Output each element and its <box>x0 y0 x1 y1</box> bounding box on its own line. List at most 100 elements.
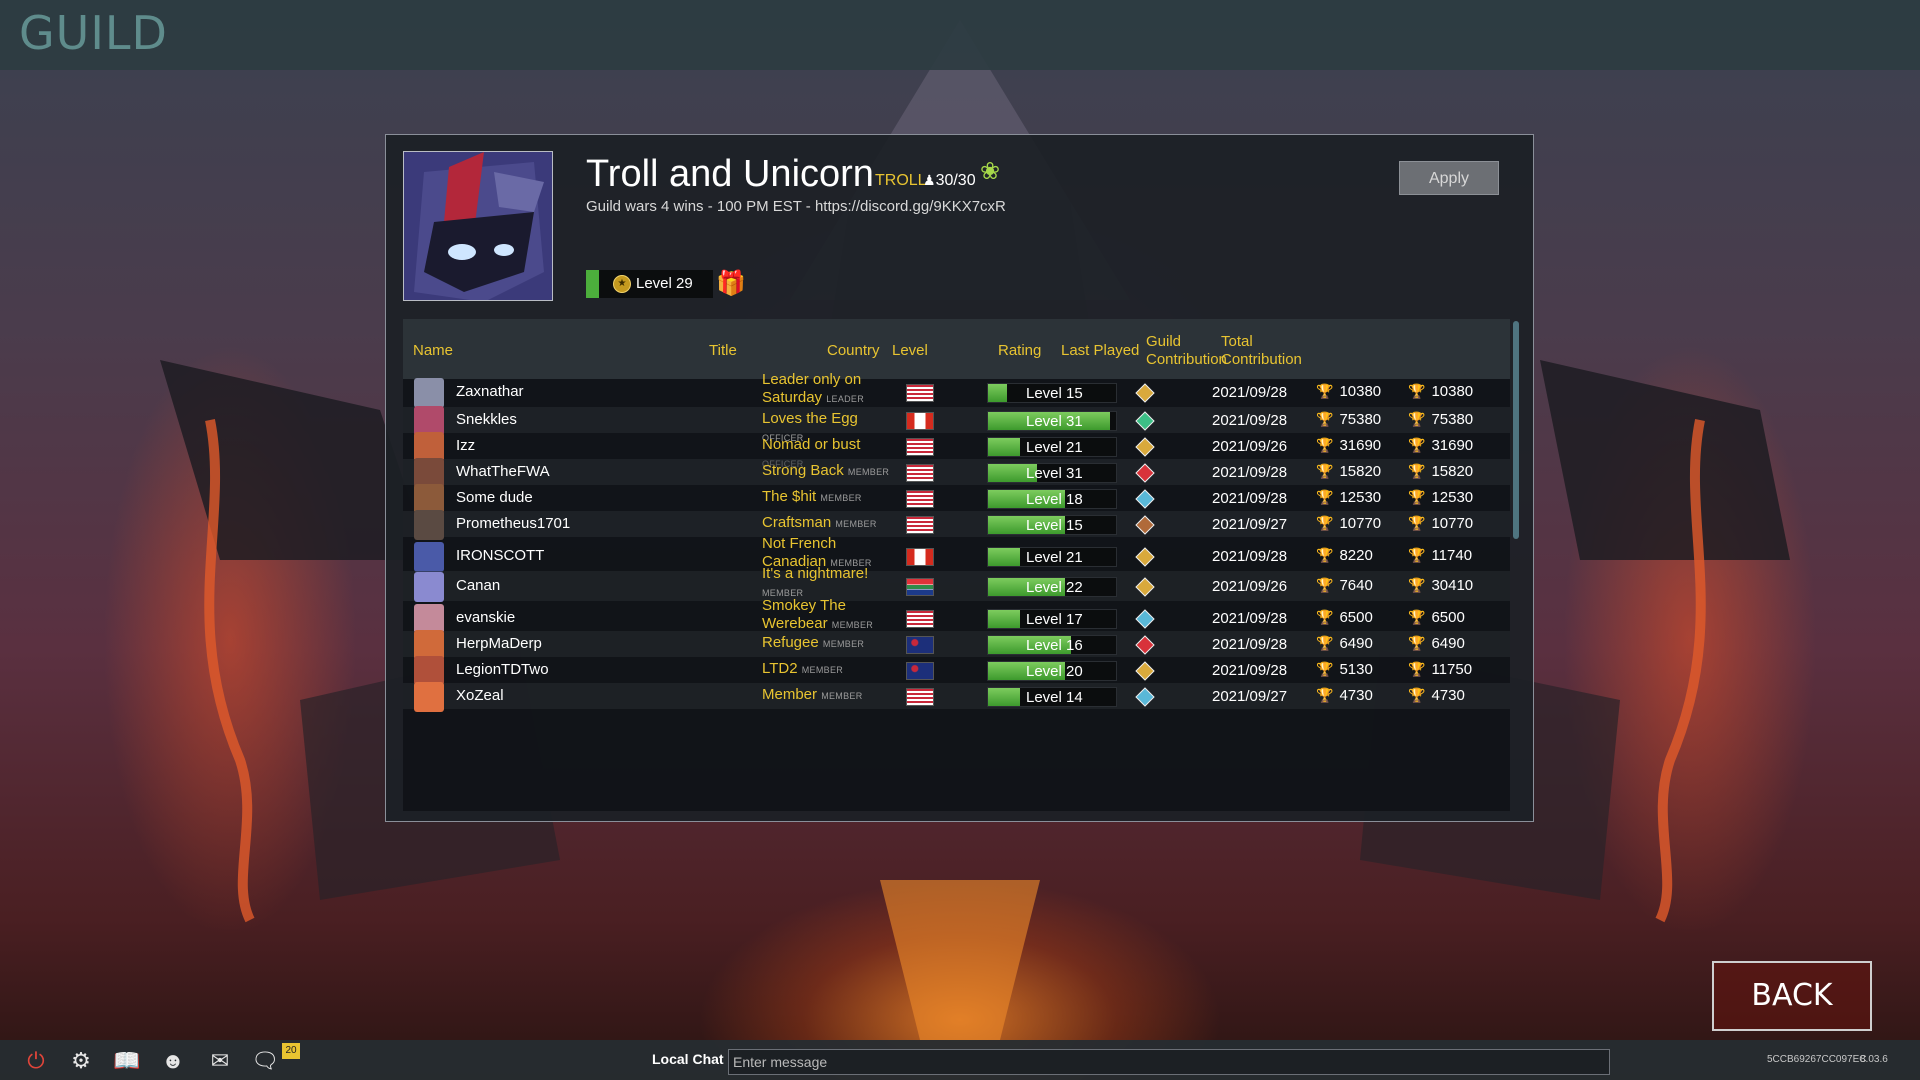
table-row[interactable]: HerpMaDerp Refugee MEMBER Level 16 2021/09/… <box>403 630 1510 660</box>
rating-gold-III-icon <box>1135 661 1155 681</box>
table-row[interactable]: Canan It's a nightmare! MEMBER Level 22 202… <box>403 565 1510 602</box>
member-rank: MEMBER <box>847 467 890 477</box>
local-chat-label: Local Chat <box>652 1051 724 1067</box>
header-rating[interactable]: Rating <box>998 342 1041 360</box>
member-total-contribution: 🏆 15820 <box>1408 463 1473 480</box>
table-row[interactable]: WhatTheFWA Strong Back MEMBER Level 31 2021… <box>403 458 1510 488</box>
member-level-bar: Level 22 <box>987 577 1117 597</box>
guild-name: Troll and Unicorn <box>586 153 874 195</box>
country-flag-us <box>906 490 934 508</box>
member-avatar <box>414 378 444 408</box>
member-name[interactable]: Zaxnathar <box>456 383 524 400</box>
member-name[interactable]: LegionTDTwo <box>456 661 549 678</box>
header-total-contribution[interactable]: Total Contribution <box>1221 333 1302 369</box>
member-guild-contribution: 🏆 12530 <box>1316 489 1381 506</box>
member-last-played: 2021/09/28 <box>1212 464 1288 481</box>
member-avatar <box>414 682 444 712</box>
member-title-text: The $hit <box>762 488 817 505</box>
table-scrollbar[interactable] <box>1513 321 1519 539</box>
header-guild-contribution[interactable]: Guild Contribution <box>1146 333 1227 369</box>
book-icon[interactable]: 📖 <box>113 1048 141 1074</box>
member-level-label: Level 21 <box>1026 549 1083 566</box>
power-icon[interactable]: ⏻ <box>22 1048 50 1074</box>
guild-contribution-value: 12530 <box>1339 489 1382 506</box>
header-level[interactable]: Level <box>892 342 928 360</box>
table-row[interactable]: XoZeal Member MEMBER Level 14 2021/09/27 🏆 47… <box>403 682 1510 712</box>
member-last-played: 2021/09/26 <box>1212 578 1288 595</box>
member-name[interactable]: Izz <box>456 437 475 454</box>
chat-input[interactable] <box>728 1049 1610 1075</box>
trophy-icon: 🏆 <box>1316 411 1334 427</box>
member-total-contribution: 🏆 30410 <box>1408 577 1473 594</box>
total-contribution-value: 10380 <box>1431 383 1474 400</box>
header-country[interactable]: Country <box>827 342 880 360</box>
table-row[interactable]: IRONSCOTT Not French Canadian MEMBER Level… <box>403 535 1510 572</box>
guild-contribution-value: 4730 <box>1339 687 1373 704</box>
guild-level-fill <box>586 270 599 298</box>
member-avatar <box>414 542 444 572</box>
trophy-icon: 🏆 <box>1316 635 1334 651</box>
table-row[interactable]: evanskie Smokey The Werebear MEMBER Level … <box>403 597 1510 634</box>
member-name[interactable]: Canan <box>456 577 500 594</box>
member-name[interactable]: Some dude <box>456 489 533 506</box>
guild-emblem-icon <box>404 152 552 300</box>
member-name[interactable]: IRONSCOTT <box>456 547 544 564</box>
guild-tag: TROLL <box>875 172 927 189</box>
member-guild-contribution: 🏆 7640 <box>1316 577 1373 594</box>
sprout-icon: ❀ <box>980 158 1001 185</box>
total-contribution-value: 31690 <box>1431 437 1474 454</box>
level-badge-icon: ★ <box>613 275 631 293</box>
country-flag-us <box>906 438 934 456</box>
member-title-text: Strong Back <box>762 462 844 479</box>
member-title-text: LTD2 <box>762 660 798 677</box>
apply-button[interactable]: Apply <box>1399 161 1499 195</box>
rating-gold-I-icon <box>1135 437 1155 457</box>
country-flag-au <box>906 636 934 654</box>
member-rank: MEMBER <box>821 691 863 701</box>
member-name[interactable]: WhatTheFWA <box>456 463 550 480</box>
member-rank: MEMBER <box>801 665 844 675</box>
total-contribution-value: 6500 <box>1431 609 1465 626</box>
member-avatar <box>414 572 444 602</box>
member-title: LTD2 MEMBER <box>762 660 902 679</box>
guild-contribution-value: 7640 <box>1339 577 1373 594</box>
guild-description: Guild wars 4 wins - 100 PM EST - https:/… <box>586 198 1006 215</box>
member-last-played: 2021/09/28 <box>1212 662 1288 679</box>
back-button[interactable]: BACK <box>1712 961 1872 1031</box>
member-name[interactable]: evanskie <box>456 609 515 626</box>
header-name[interactable]: Name <box>413 342 453 360</box>
table-row[interactable]: Some dude The $hit MEMBER Level 18 2021/09/… <box>403 484 1510 514</box>
member-name[interactable]: Snekkles <box>456 411 517 428</box>
trophy-icon: 🏆 <box>1408 635 1426 651</box>
member-level-label: Level 17 <box>1026 611 1083 628</box>
table-row[interactable]: Snekkles Loves the Egg OFFICER Level 31 202… <box>403 406 1510 443</box>
guild-contribution-value: 10770 <box>1339 515 1382 532</box>
member-name[interactable]: Prometheus1701 <box>456 515 570 532</box>
table-row[interactable]: Zaxnathar Leader only on Saturday LEADER L… <box>403 371 1510 408</box>
table-row[interactable]: Prometheus1701 Craftsman MEMBER Level 15 20… <box>403 510 1510 540</box>
member-rank: MEMBER <box>822 639 865 649</box>
table-row[interactable]: IzzNomad or bust OFFICERLevel 212021/09/… <box>403 432 1510 469</box>
member-name[interactable]: HerpMaDerp <box>456 635 542 652</box>
page-title: GUILD <box>19 6 168 60</box>
table-row[interactable]: LegionTDTwo LTD2 MEMBER Level 20 2021/09/28… <box>403 656 1510 686</box>
trophy-icon: 🏆 <box>1316 437 1334 453</box>
trophy-icon: 🏆 <box>1316 547 1334 563</box>
trophy-icon: 🏆 <box>1316 687 1334 703</box>
header-title[interactable]: Title <box>709 342 737 360</box>
member-title-text: It's a nightmare! <box>762 565 869 582</box>
member-level-bar: Level 21 <box>987 547 1117 567</box>
country-flag-us <box>906 384 934 402</box>
trophy-icon: 🏆 <box>1316 463 1334 479</box>
member-total-contribution: 🏆 10770 <box>1408 515 1473 532</box>
member-last-played: 2021/09/28 <box>1212 548 1288 565</box>
gift-icon[interactable]: 🎁 <box>716 269 746 298</box>
header-last-played[interactable]: Last Played <box>1061 342 1139 360</box>
member-name[interactable]: XoZeal <box>456 687 504 704</box>
discord-icon[interactable]: ☻ <box>159 1048 187 1074</box>
member-guild-contribution: 🏆 31690 <box>1316 437 1381 454</box>
rating-ruby-II-icon <box>1135 463 1155 483</box>
chat-bubble-icon[interactable]: 🗨 <box>251 1048 279 1074</box>
gear-icon[interactable]: ⚙ <box>67 1048 95 1074</box>
mail-icon[interactable]: ✉ <box>206 1048 234 1074</box>
